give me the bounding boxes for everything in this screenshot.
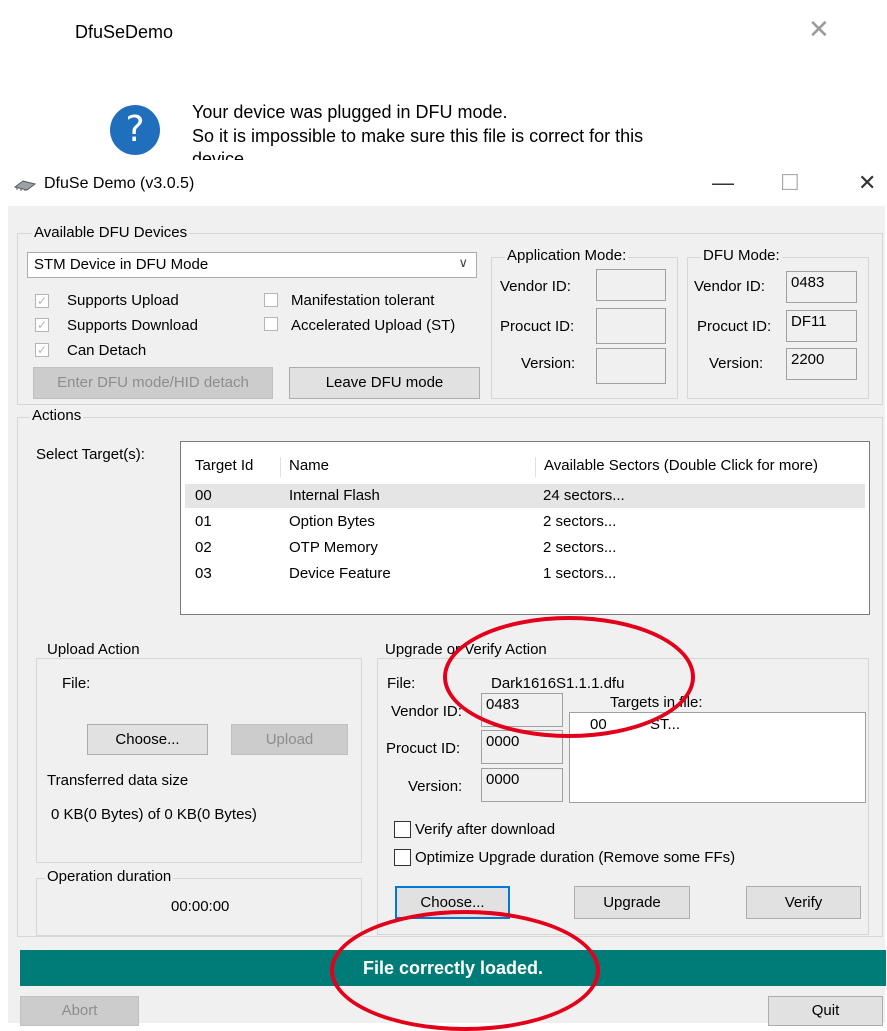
target-sectors: 2 sectors... — [543, 513, 617, 530]
dfu-version-label: Version: — [709, 355, 764, 372]
abort-button[interactable]: Abort — [20, 996, 139, 1026]
verify-after-download-checkbox[interactable] — [394, 821, 411, 838]
column-header-name[interactable]: Name — [280, 457, 329, 477]
quit-button[interactable]: Quit — [768, 996, 883, 1026]
target-name: Internal Flash — [289, 487, 380, 504]
dfu-version-field: 2200 — [786, 348, 857, 380]
leave-dfu-button[interactable]: Leave DFU mode — [289, 367, 480, 399]
upload-group-label: Upload Action — [45, 641, 142, 658]
supports-upload-label: Supports Upload — [67, 292, 179, 309]
app-mode-label: Application Mode: — [505, 247, 629, 264]
verify-after-download-label: Verify after download — [415, 821, 556, 838]
dialog-message-line3: device — [192, 149, 245, 160]
target-id: 01 — [195, 513, 212, 530]
app-product-field — [596, 308, 666, 344]
table-row[interactable]: 02 OTP Memory 2 sectors... — [185, 536, 865, 560]
target-sectors: 24 sectors... — [543, 487, 625, 504]
supports-download-checkbox[interactable]: ✓ — [35, 318, 49, 332]
table-row[interactable]: 03 Device Feature 1 sectors... — [185, 562, 865, 586]
dfu-product-label: Procuct ID: — [697, 318, 772, 335]
optimize-upgrade-label: Optimize Upgrade duration (Remove some F… — [415, 849, 736, 866]
upgrade-product-label: Procuct ID: — [386, 740, 461, 757]
target-name: Option Bytes — [289, 513, 375, 530]
devices-group-label: Available DFU Devices — [32, 224, 190, 241]
supports-download-label: Supports Download — [67, 317, 198, 334]
question-icon: ? — [110, 105, 160, 155]
upload-file-label: File: — [62, 675, 91, 692]
device-select[interactable]: STM Device in DFU Mode ∨ — [27, 252, 477, 278]
upload-button[interactable]: Upload — [231, 724, 348, 755]
target-sectors: 2 sectors... — [543, 539, 617, 556]
window-title: DfuSe Demo (v3.0.5) — [44, 175, 195, 192]
app-version-field — [596, 348, 666, 384]
column-header-target-id[interactable]: Target Id — [195, 457, 253, 474]
dialog-message-line1: Your device was plugged in DFU mode. — [192, 102, 508, 122]
upgrade-file-label: File: — [387, 675, 416, 692]
dialog-message-line2: So it is impossible to make sure this fi… — [192, 126, 644, 146]
table-row[interactable]: 01 Option Bytes 2 sectors... — [185, 510, 865, 534]
upload-choose-button[interactable]: Choose... — [87, 724, 208, 755]
transfer-group-label: Transferred data size — [45, 772, 191, 789]
optimize-upgrade-checkbox[interactable] — [394, 849, 411, 866]
target-id: 03 — [195, 565, 212, 582]
dialog-message: Your device was plugged in DFU mode. So … — [192, 100, 643, 160]
annotation-ellipse-status — [330, 910, 600, 1031]
upgrade-version-label: Version: — [408, 778, 463, 795]
dfu-mode-label: DFU Mode: — [701, 247, 782, 264]
actions-group-label: Actions — [30, 407, 84, 424]
app-product-label: Procuct ID: — [500, 318, 575, 335]
column-header-sectors[interactable]: Available Sectors (Double Click for more… — [535, 457, 818, 477]
upgrade-vendor-label: Vendor ID: — [391, 703, 462, 720]
app-vendor-label: Vendor ID: — [500, 278, 571, 295]
device-select-value: STM Device in DFU Mode — [34, 256, 209, 273]
annotation-ellipse-file — [443, 616, 695, 738]
duration-group-label: Operation duration — [45, 868, 174, 885]
target-name: OTP Memory — [289, 539, 378, 556]
target-id: 02 — [195, 539, 212, 556]
minimize-icon[interactable]: — — [712, 170, 734, 196]
transfer-value: 0 KB(0 Bytes) of 0 KB(0 Bytes) — [51, 806, 257, 823]
can-detach-checkbox[interactable]: ✓ — [35, 343, 49, 357]
window-close-icon[interactable]: ✕ — [858, 170, 876, 196]
target-sectors: 1 sectors... — [543, 565, 617, 582]
can-detach-label: Can Detach — [67, 342, 147, 359]
dfu-product-field: DF11 — [786, 310, 857, 342]
dialog-close-icon[interactable]: ✕ — [808, 14, 830, 45]
dialog-title: DfuSeDemo — [75, 22, 174, 42]
select-targets-label: Select Target(s): — [36, 446, 145, 463]
app-vendor-field — [596, 269, 666, 301]
maximize-icon[interactable]: ☐ — [780, 170, 800, 196]
chip-icon — [13, 180, 37, 191]
dfu-vendor-field: 0483 — [786, 271, 857, 303]
manifestation-tolerant-label: Manifestation tolerant — [291, 292, 435, 309]
app-version-label: Version: — [521, 355, 576, 372]
target-name: Device Feature — [289, 565, 391, 582]
dfu-vendor-label: Vendor ID: — [694, 278, 765, 295]
targets-list[interactable]: Target Id Name Available Sectors (Double… — [180, 441, 870, 615]
accelerated-upload-checkbox[interactable] — [264, 317, 278, 331]
enter-dfu-button[interactable]: Enter DFU mode/HID detach — [33, 367, 273, 399]
duration-value: 00:00:00 — [171, 898, 230, 915]
accelerated-upload-label: Accelerated Upload (ST) — [291, 317, 456, 334]
manifestation-tolerant-checkbox[interactable] — [264, 293, 278, 307]
verify-button[interactable]: Verify — [746, 886, 861, 919]
target-id: 00 — [195, 487, 212, 504]
table-row[interactable]: 00 Internal Flash 24 sectors... — [185, 484, 865, 508]
upgrade-version-field: 0000 — [481, 768, 563, 802]
chevron-down-icon: ∨ — [458, 255, 468, 270]
supports-upload-checkbox[interactable]: ✓ — [35, 294, 49, 308]
upgrade-button[interactable]: Upgrade — [574, 886, 690, 919]
